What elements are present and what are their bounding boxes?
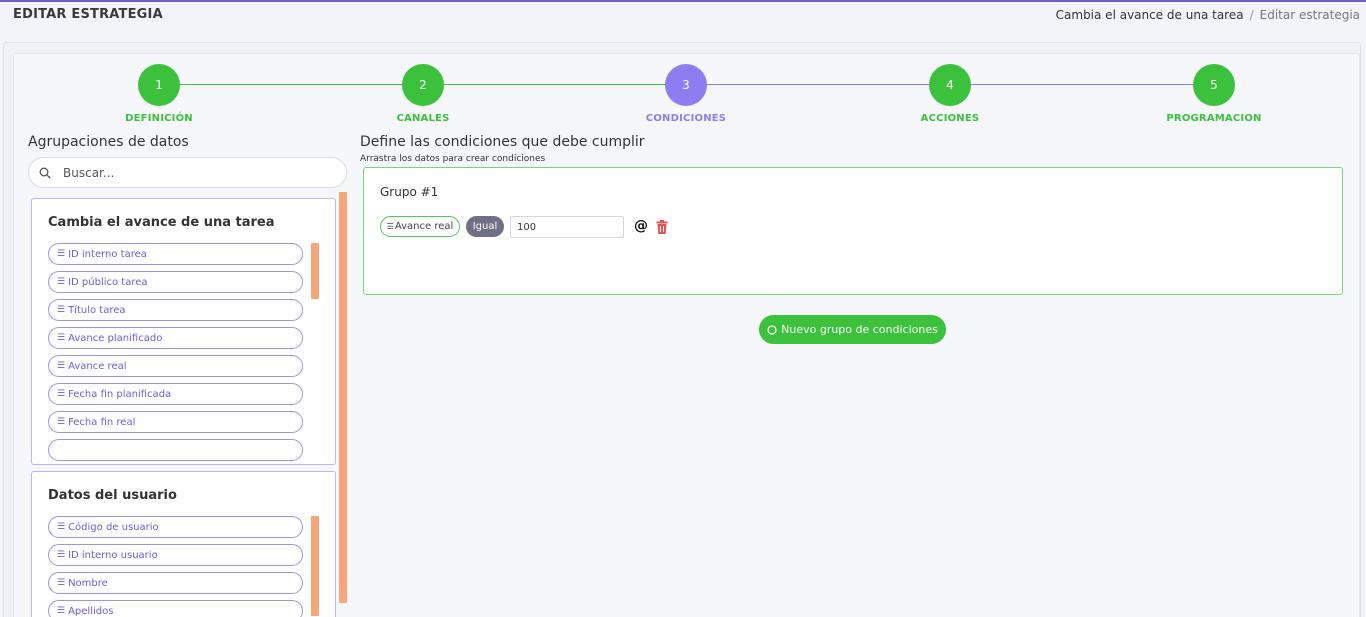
data-chip[interactable]: ☰ ID público tarea (48, 271, 303, 293)
data-group-title: Cambia el avance de una tarea (48, 215, 275, 230)
step-4-circle[interactable]: 4 (929, 64, 971, 106)
step-5-circle[interactable]: 5 (1193, 64, 1235, 106)
list-icon: ☰ (57, 277, 66, 287)
list-icon: ☰ (57, 522, 66, 532)
step-3-circle[interactable]: 3 (665, 64, 707, 106)
breadcrumb-separator: / (1249, 8, 1254, 22)
list-icon: ☰ (57, 333, 66, 343)
data-chip-partial[interactable] (48, 439, 303, 461)
top-accent-line (0, 0, 1366, 2)
search-input[interactable] (63, 165, 323, 180)
list-icon: ☰ (57, 361, 66, 371)
conditions-title: Define las condiciones que debe cumplir (360, 134, 645, 150)
data-group-title: Datos del usuario (48, 488, 177, 503)
step-3-label: CONDICIONES (645, 113, 727, 124)
conditions-subtitle: Arrastra los datos para crear condicione… (360, 154, 546, 164)
data-chip[interactable]: ☰ Título tarea (48, 299, 303, 321)
step-2-label: CANALES (396, 113, 450, 124)
data-chip[interactable]: ☰ ID interno tarea (48, 243, 303, 265)
data-group-panel-task: Cambia el avance de una tarea ☰ ID intern… (31, 198, 336, 465)
breadcrumb-current: Editar estrategia (1259, 8, 1360, 22)
data-chip[interactable]: ☰ Nombre (48, 572, 303, 594)
list-icon: ☰ (57, 389, 66, 399)
list-icon: ☰ (57, 249, 66, 259)
list-icon: ☰ (57, 578, 66, 588)
list-icon: ☰ (57, 305, 66, 315)
group-scrollbar[interactable] (311, 516, 319, 616)
search-icon (39, 167, 51, 178)
data-chip[interactable]: ☰ Fecha fin planificada (48, 383, 303, 405)
plus-circle-icon (767, 324, 777, 335)
trash-icon[interactable] (656, 220, 668, 234)
list-icon: ☰ (57, 606, 66, 616)
data-chip[interactable]: ☰ Avance planificado (48, 327, 303, 349)
data-chip[interactable]: ☰ Apellidos (48, 600, 303, 617)
data-chip[interactable]: ☰ Código de usuario (48, 516, 303, 538)
at-sign-button[interactable]: @ (634, 218, 648, 234)
data-chip[interactable]: ☰ ID interno usuario (48, 544, 303, 566)
search-box (28, 157, 347, 188)
condition-group-title: Grupo #1 (380, 185, 439, 199)
list-icon: ☰ (57, 417, 66, 427)
list-icon: ☰ (57, 550, 66, 560)
step-1-circle[interactable]: 1 (138, 64, 180, 106)
condition-value-input[interactable] (510, 216, 624, 238)
condition-field-chip[interactable]: ☰ Avance real (380, 216, 460, 237)
left-scrollbar[interactable] (339, 192, 347, 603)
breadcrumb: Cambia el avance de una tarea / Editar e… (1056, 8, 1360, 22)
condition-operator[interactable]: Igual (466, 216, 504, 237)
step-5-label: PROGRAMACION (1166, 113, 1262, 124)
data-chip[interactable]: ☰ Fecha fin real (48, 411, 303, 433)
data-group-panel-user: Datos del usuario ☰ Código de usuario ☰ ID… (31, 471, 336, 617)
data-groups-title: Agrupaciones de datos (28, 134, 189, 150)
step-1-label: DEFINICIÓN (125, 113, 193, 124)
new-condition-group-button[interactable]: Nuevo grupo de condiciones (759, 315, 946, 344)
step-2-circle[interactable]: 2 (402, 64, 444, 106)
data-chip[interactable]: ☰ Avance real (48, 355, 303, 377)
breadcrumb-link-strategy[interactable]: Cambia el avance de una tarea (1056, 8, 1244, 22)
step-4-label: ACCIONES (920, 113, 980, 124)
list-icon: ☰ (386, 222, 394, 231)
group-scrollbar[interactable] (311, 243, 319, 299)
new-condition-group-label: Nuevo grupo de condiciones (781, 323, 938, 336)
page-title: EDITAR ESTRATEGIA (13, 7, 163, 22)
